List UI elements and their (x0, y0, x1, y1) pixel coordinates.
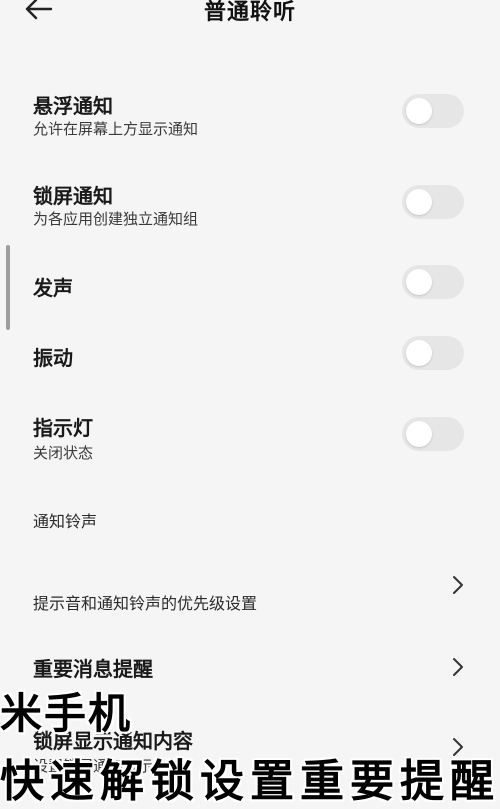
setting-row-lockscreen-notification[interactable]: 锁屏通知 为各应用创建独立通知组 (0, 170, 500, 240)
overlay-caption-line2: 快速解锁设置重要提醒 (0, 756, 500, 807)
overlay-caption-line1: 米手机 (0, 689, 133, 738)
setting-row-floating-notification[interactable]: 悬浮通知 允许在屏幕上方显示通知 (0, 80, 500, 150)
setting-subtitle: 为各应用创建独立通知组 (33, 210, 199, 228)
setting-title: 指示灯 (33, 416, 93, 440)
toggle-knob (406, 269, 432, 295)
vibration-toggle[interactable] (402, 336, 464, 370)
sound-toggle[interactable] (402, 265, 464, 299)
indicator-light-toggle[interactable] (402, 417, 464, 451)
toggle-knob (406, 421, 432, 447)
header: 普通聆听 (0, 0, 500, 36)
setting-row-notification-ringtone[interactable]: 通知铃声 (0, 500, 500, 540)
lockscreen-notification-toggle[interactable] (402, 185, 464, 219)
setting-row-indicator-light[interactable]: 指示灯 关闭状态 (0, 400, 500, 470)
floating-notification-toggle[interactable] (402, 94, 464, 128)
setting-title: 发声 (33, 276, 73, 300)
setting-row-vibration[interactable]: 振动 (0, 330, 500, 380)
setting-subtitle: 允许在屏幕上方显示通知 (33, 120, 199, 138)
setting-title: 悬浮通知 (33, 94, 113, 118)
toggle-knob (406, 98, 432, 124)
setting-title: 锁屏通知 (33, 184, 113, 208)
chevron-right-icon (453, 658, 463, 676)
chevron-right-icon (453, 576, 463, 594)
setting-title: 振动 (33, 346, 73, 370)
page-title: 普通聆听 (203, 0, 296, 25)
setting-title: 通知铃声 (33, 512, 98, 531)
setting-row-priority[interactable]: 提示音和通知铃声的优先级设置 (0, 570, 500, 620)
setting-subtitle: 提示音和通知铃声的优先级设置 (33, 594, 258, 613)
toggle-knob (406, 340, 432, 366)
settings-page: 普通聆听 悬浮通知 允许在屏幕上方显示通知 锁屏通知 为各应用创建独立通知组 发… (0, 0, 500, 807)
setting-row-sound[interactable]: 发声 (0, 260, 500, 310)
setting-subtitle: 关闭状态 (33, 444, 94, 462)
setting-title: 重要消息提醒 (33, 657, 153, 681)
toggle-knob (406, 189, 432, 215)
